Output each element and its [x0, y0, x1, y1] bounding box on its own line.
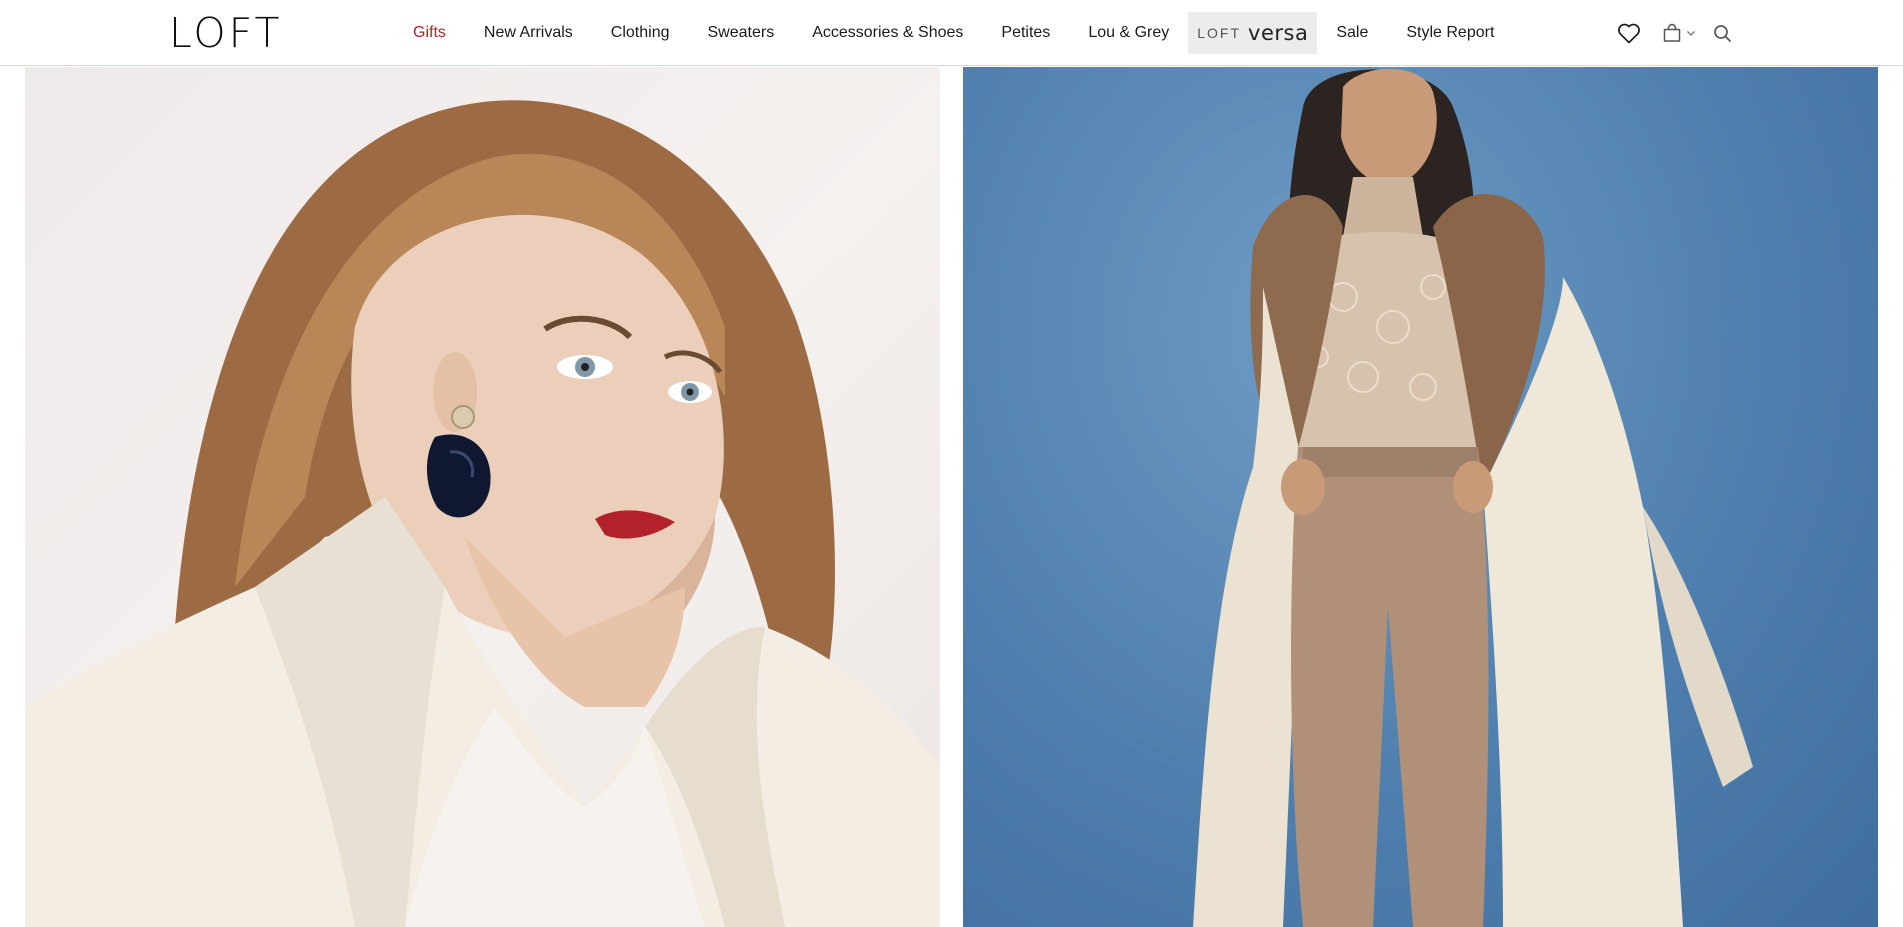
nav-item-lou-grey[interactable]: Lou & Grey: [1069, 12, 1188, 54]
versa-text: versa: [1248, 21, 1309, 45]
loft-logo[interactable]: LOFT: [169, 13, 283, 54]
nav-item-sweaters[interactable]: Sweaters: [689, 12, 794, 54]
site-header: LOFT Gifts New Arrivals Clothing Sweater…: [0, 0, 1903, 66]
nav-item-style-report[interactable]: Style Report: [1387, 12, 1513, 54]
nav-item-petites[interactable]: Petites: [982, 12, 1069, 54]
search-icon[interactable]: [1711, 20, 1733, 46]
nav-item-sale[interactable]: Sale: [1317, 12, 1387, 54]
chevron-down-icon: [1686, 31, 1695, 36]
shopping-bag-button[interactable]: [1659, 20, 1699, 46]
hero-image-right[interactable]: [963, 67, 1878, 927]
nav-item-clothing[interactable]: Clothing: [592, 12, 689, 54]
nav-item-accessories-shoes[interactable]: Accessories & Shoes: [793, 12, 982, 54]
nav-item-new-arrivals[interactable]: New Arrivals: [465, 12, 592, 54]
shopping-bag-icon: [1663, 23, 1680, 42]
hero-image-left[interactable]: [25, 67, 940, 927]
header-icons: [1616, 20, 1733, 46]
heart-icon[interactable]: [1616, 20, 1642, 46]
nav-item-gifts[interactable]: Gifts: [394, 12, 465, 54]
versa-loft-text: LOFT: [1197, 25, 1242, 41]
main-nav: Gifts New Arrivals Clothing Sweaters Acc…: [394, 12, 1513, 54]
nav-item-loft-versa[interactable]: LOFT versa: [1188, 12, 1318, 54]
